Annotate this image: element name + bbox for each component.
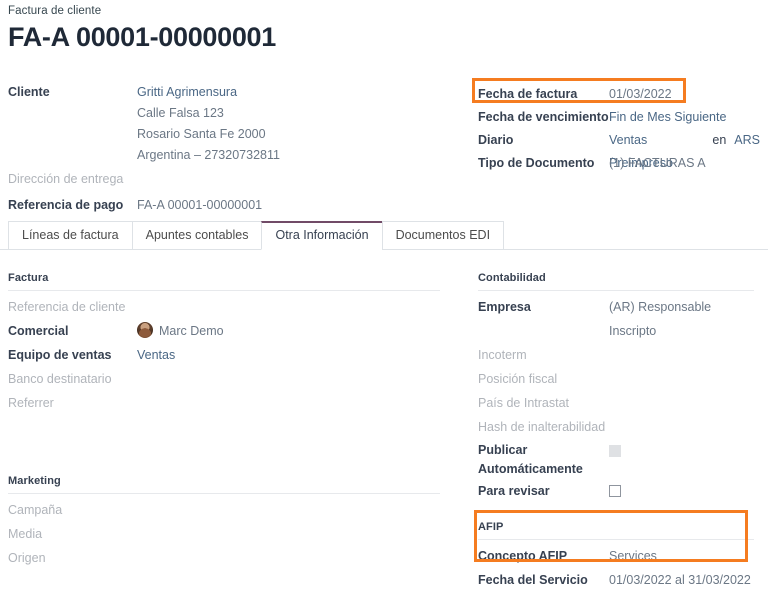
auto-post-label: Publicar Automáticamente — [478, 439, 609, 479]
customer-address-line1[interactable]: Calle Falsa 123 — [137, 103, 448, 124]
customer-label: Cliente — [8, 82, 137, 103]
field-row-due-date: Fecha de vencimiento Fin de Mes Siguient… — [478, 106, 760, 129]
to-check-label: Para revisar — [478, 479, 609, 503]
company-label: Empresa — [478, 295, 609, 319]
field-row-company: Empresa (AR) Responsable Inscripto — [478, 295, 760, 343]
payment-reference-label: Referencia de pago — [8, 195, 137, 216]
customer-address-line3[interactable]: Argentina – 27320732811 — [137, 145, 448, 166]
delivery-address-label: Dirección de entrega — [8, 169, 137, 190]
campaign-label: Campaña — [8, 498, 137, 522]
field-row-incoterm: Incoterm — [478, 343, 760, 367]
field-row-inalterability-hash: Hash de inalterabilidad — [478, 415, 760, 439]
inalterability-hash-label: Hash de inalterabilidad — [478, 415, 605, 439]
intrastat-country-label: País de Intrastat — [478, 391, 609, 415]
field-row-document-type: Tipo de Documento (1) FACTURAS A — [478, 152, 760, 175]
field-row-to-check: Para revisar — [478, 479, 760, 503]
customer-reference-label: Referencia de cliente — [8, 295, 137, 319]
salesperson-value[interactable]: Marc Demo — [159, 324, 224, 338]
field-row-journal: Diario Ventas Preimpreso en ARS — [478, 129, 760, 152]
field-row-afip-concept: Concepto AFIP Services — [478, 544, 760, 568]
section-title-contabilidad: Contabilidad — [478, 272, 754, 291]
tab-lineas-de-factura[interactable]: Líneas de factura — [8, 221, 132, 250]
customer-address-line2[interactable]: Rosario Santa Fe 2000 — [137, 124, 448, 145]
field-row-service-date: Fecha del Servicio 01/03/2022 al 31/03/2… — [478, 568, 760, 592]
to-check-checkbox[interactable] — [609, 485, 621, 497]
field-row-customer-reference: Referencia de cliente — [8, 295, 448, 319]
header-right-group: Fecha de factura 01/03/2022 Fecha de ven… — [478, 82, 760, 175]
tab-otra-informacion[interactable]: Otra Información — [261, 221, 381, 250]
avatar — [137, 322, 153, 338]
invoice-date-label: Fecha de factura — [478, 82, 609, 106]
recipient-bank-label: Banco destinatario — [8, 367, 137, 391]
field-row-intrastat-country: País de Intrastat — [478, 391, 760, 415]
due-date-label: Fecha de vencimiento — [478, 106, 609, 129]
referrer-label: Referrer — [8, 391, 137, 415]
journal-in-text: en — [712, 129, 726, 152]
field-row-sales-team: Equipo de ventas Ventas — [8, 343, 448, 367]
field-row-source: Origen — [8, 546, 448, 570]
afip-concept-label: Concepto AFIP — [478, 544, 609, 568]
incoterm-label: Incoterm — [478, 343, 609, 367]
field-row-campaign: Campaña — [8, 498, 448, 522]
tab-documentos-edi[interactable]: Documentos EDI — [382, 221, 504, 250]
field-row-recipient-bank: Banco destinatario — [8, 367, 448, 391]
due-date-value[interactable]: Fin de Mes Siguiente — [609, 106, 726, 129]
header-left-group: Cliente Gritti Agrimensura Calle Falsa 1… — [8, 82, 448, 216]
section-title-marketing: Marketing — [8, 475, 440, 494]
field-row-payment-reference: Referencia de pago FA-A 00001-00000001 — [8, 195, 448, 216]
document-type-value[interactable]: (1) FACTURAS A — [609, 152, 706, 175]
field-row-delivery-address: Dirección de entrega — [8, 169, 448, 190]
service-date-value[interactable]: 01/03/2022 al 31/03/2022 — [609, 568, 751, 592]
field-row-invoice-date: Fecha de factura 01/03/2022 — [478, 82, 760, 106]
field-row-referrer: Referrer — [8, 391, 448, 415]
sales-team-value[interactable]: Ventas — [137, 343, 175, 367]
document-type-label: Tipo de Documento — [478, 152, 609, 175]
customer-value[interactable]: Gritti Agrimensura — [137, 82, 437, 103]
payment-reference-value[interactable]: FA-A 00001-00000001 — [137, 195, 437, 216]
service-date-label: Fecha del Servicio — [478, 568, 609, 592]
field-row-customer: Cliente Gritti Agrimensura — [8, 82, 448, 103]
field-row-auto-post: Publicar Automáticamente — [478, 439, 760, 479]
sales-team-label: Equipo de ventas — [8, 343, 137, 367]
section-title-afip: AFIP — [478, 521, 754, 540]
invoice-date-value[interactable]: 01/03/2022 — [609, 82, 672, 106]
main-right-column: Contabilidad Empresa (AR) Responsable In… — [478, 272, 760, 592]
source-label: Origen — [8, 546, 137, 570]
field-row-salesperson: Comercial Marc Demo — [8, 319, 448, 343]
afip-concept-value[interactable]: Services — [609, 544, 657, 568]
tab-bar: Líneas de factura Apuntes contables Otra… — [0, 221, 768, 250]
breadcrumb[interactable]: Factura de cliente — [8, 5, 101, 17]
page-title: FA-A 00001-00000001 — [8, 22, 276, 53]
tab-apuntes-contables[interactable]: Apuntes contables — [132, 221, 262, 250]
auto-post-checkbox — [609, 445, 621, 457]
salesperson-label: Comercial — [8, 319, 137, 343]
company-value[interactable]: (AR) Responsable Inscripto — [609, 295, 760, 343]
fiscal-position-label: Posición fiscal — [478, 367, 609, 391]
field-row-fiscal-position: Posición fiscal — [478, 367, 760, 391]
field-row-medium: Media — [8, 522, 448, 546]
main-left-column: Factura Referencia de cliente Comercial … — [8, 272, 448, 570]
journal-label: Diario — [478, 129, 609, 152]
journal-currency-value[interactable]: ARS — [734, 129, 760, 152]
medium-label: Media — [8, 522, 137, 546]
section-title-factura: Factura — [8, 272, 440, 291]
